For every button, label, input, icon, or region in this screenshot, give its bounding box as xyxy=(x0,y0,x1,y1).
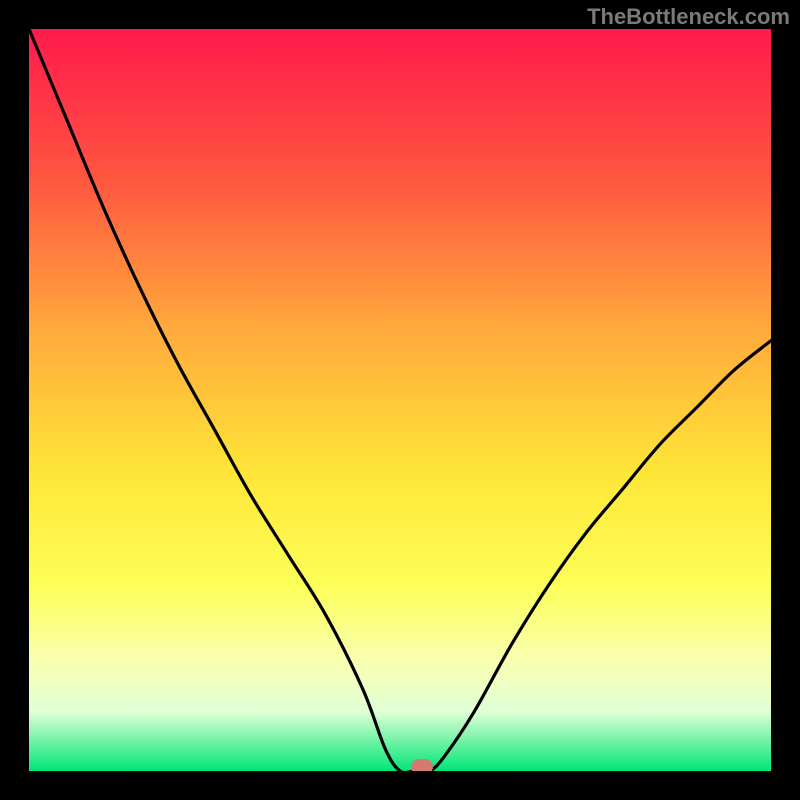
bottleneck-curve xyxy=(29,29,771,771)
plot-area xyxy=(29,29,771,771)
chart-container: TheBottleneck.com xyxy=(0,0,800,800)
optimal-point-marker xyxy=(411,759,433,771)
watermark-text: TheBottleneck.com xyxy=(587,4,790,30)
curve-svg xyxy=(29,29,771,771)
